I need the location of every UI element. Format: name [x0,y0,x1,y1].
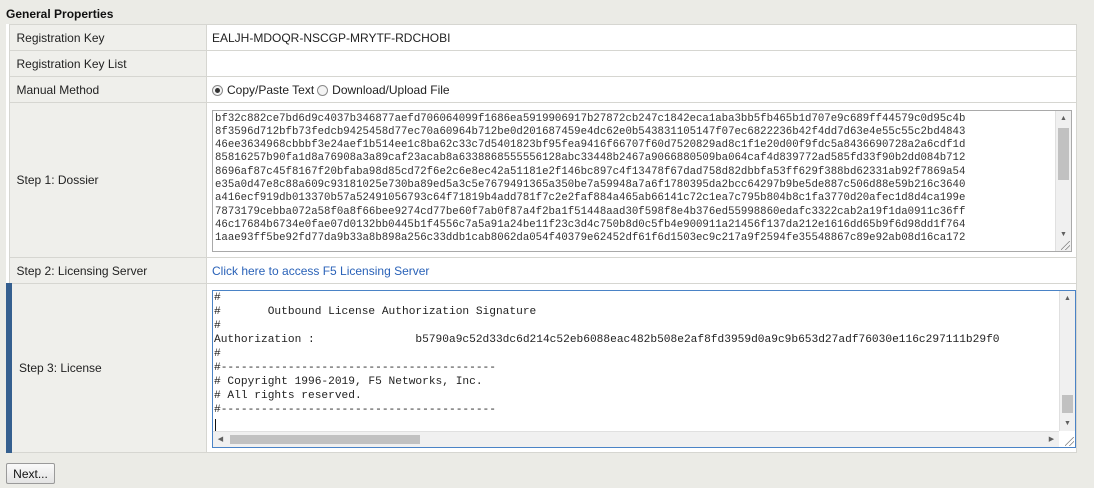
license-line: Authorization : b5790a9c52d33dc6d214c52e… [214,333,1000,346]
registration-key-list-label: Registration Key List [8,50,207,77]
step2-label: Step 2: Licensing Server [8,257,207,284]
download-upload-radio[interactable] [317,84,329,96]
registration-key-list-row: Registration Key List [8,50,1077,77]
step3-value: # # Outbound License Authorization Signat… [206,283,1077,453]
license-textarea[interactable]: # # Outbound License Authorization Signat… [212,289,1076,448]
dossier-vertical-scrollbar[interactable]: ▲ ▼ [1055,110,1071,251]
section-title: General Properties [6,7,114,21]
copy-paste-radio[interactable] [212,84,223,96]
manual-method-label: Manual Method [8,76,207,103]
resize-grip-icon[interactable] [1065,436,1074,446]
license-line: # Outbound License Authorization Signatu… [214,305,537,318]
registration-key-label: Registration Key [8,24,207,51]
step2-row: Step 2: Licensing Server Click here to a… [8,257,1077,284]
registration-key-list-value [206,50,1077,77]
dossier-textarea[interactable]: bf32c882ce7bd6d9c4037b346877aefd70606409… [212,109,1072,252]
triangle-down-icon[interactable]: ▼ [1056,227,1071,242]
step1-value: bf32c882ce7bd6d9c4037b346877aefd70606409… [206,102,1077,258]
license-line: # Copyright 1996-2019, F5 Networks, Inc. [214,376,483,389]
license-line: # [214,347,221,360]
download-upload-label[interactable]: Download/Upload File [332,83,449,97]
text-caret [215,418,216,431]
copy-paste-label[interactable]: Copy/Paste Text [227,83,314,97]
license-hscroll-thumb[interactable] [230,434,420,444]
triangle-left-icon[interactable]: ◀ [213,432,228,447]
license-line: # [214,291,221,304]
license-line: # [214,319,221,332]
triangle-down-icon[interactable]: ▼ [1060,416,1075,431]
dossier-text[interactable]: bf32c882ce7bd6d9c4037b346877aefd70606409… [213,113,1055,251]
license-vertical-scrollbar[interactable]: ▲ ▼ [1059,290,1075,431]
license-line: #---------------------------------------… [214,361,496,374]
triangle-up-icon[interactable]: ▲ [1056,111,1071,126]
step3-label: Step 3: License [6,283,207,453]
registration-key-row: Registration Key EALJH-MDOQR-NSCGP-MRYTF… [8,24,1077,51]
license-horizontal-scrollbar[interactable]: ◀ ▶ [213,430,1059,447]
next-button[interactable]: Next... [6,463,55,484]
resize-grip-icon[interactable] [1061,240,1070,250]
registration-key-value: EALJH-MDOQR-NSCGP-MRYTF-RDCHOBI [206,24,1077,51]
step1-row: Step 1: Dossier bf32c882ce7bd6d9c4037b34… [8,102,1077,258]
license-vscroll-thumb[interactable] [1062,394,1073,413]
general-properties-table: Registration Key EALJH-MDOQR-NSCGP-MRYTF… [6,24,1077,453]
license-line: # All rights reserved. [214,390,362,403]
manual-method-row: Manual Method Copy/Paste Text Download/Up… [8,76,1077,103]
dossier-scroll-thumb[interactable] [1058,127,1069,180]
triangle-up-icon[interactable]: ▲ [1060,291,1075,306]
manual-method-options: Copy/Paste Text Download/Upload File [206,76,1077,103]
license-text[interactable]: # # Outbound License Authorization Signat… [213,291,1059,431]
step1-label: Step 1: Dossier [8,102,207,258]
license-line: #---------------------------------------… [214,404,496,417]
triangle-right-icon[interactable]: ▶ [1044,432,1059,447]
licensing-server-link[interactable]: Click here to access F5 Licensing Server [212,264,429,278]
step3-row: Step 3: License # # Outbound License Auth… [6,283,1077,453]
step2-value: Click here to access F5 Licensing Server [206,257,1077,284]
